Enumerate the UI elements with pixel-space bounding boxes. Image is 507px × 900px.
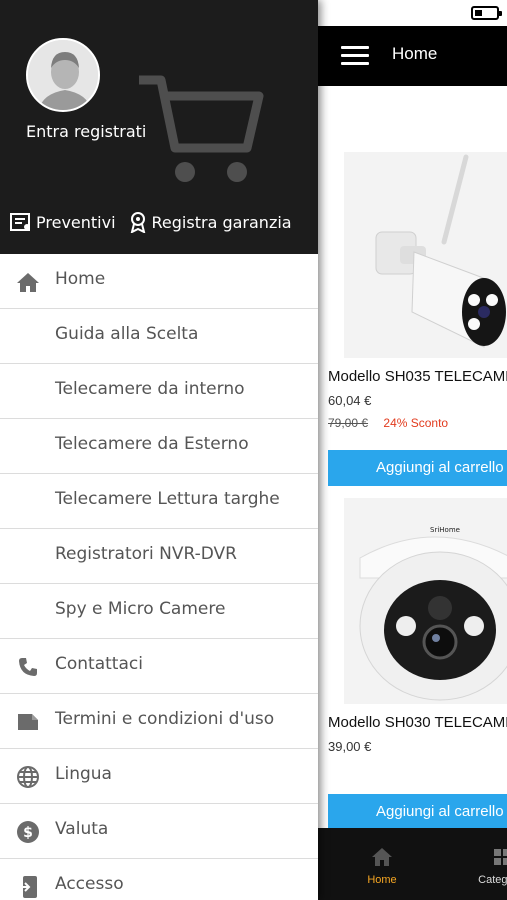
menu-item-label: Valuta xyxy=(55,819,109,839)
quotes-label: Preventivi xyxy=(36,212,116,232)
menu-item-telecamere-interno[interactable]: Telecamere da interno xyxy=(0,364,318,419)
drawer-header: Entra registrati Preventivi Registra gar… xyxy=(0,0,318,254)
phone-icon xyxy=(15,654,41,680)
menu-item-home[interactable]: Home xyxy=(0,254,318,309)
menu-item-label: Home xyxy=(55,269,106,289)
quote-icon xyxy=(10,213,30,231)
app-header: Home xyxy=(318,26,507,86)
product-card[interactable]: SriHome Modello SH030 TELECAMERA 39,00 € xyxy=(328,498,507,754)
register-warranty-link[interactable]: Registra garanzia xyxy=(128,211,292,233)
menu-item-label: Telecamere Lettura targhe xyxy=(55,489,280,509)
bottom-nav-categories[interactable]: Categorie xyxy=(462,846,507,886)
categories-icon xyxy=(494,849,507,865)
menu-item-lettura-targhe[interactable]: Telecamere Lettura targhe xyxy=(0,474,318,529)
menu-item-termini[interactable]: Termini e condizioni d'uso xyxy=(0,694,318,749)
avatar[interactable] xyxy=(26,38,100,112)
shopping-cart-icon xyxy=(139,75,264,182)
navigation-drawer: Entra registrati Preventivi Registra gar… xyxy=(0,0,318,900)
bottom-nav-label: Home xyxy=(367,874,397,886)
price-row: 79,00 € 24% Sconto xyxy=(328,416,507,430)
menu-item-accesso[interactable]: Accesso xyxy=(0,859,318,900)
menu-item-contattaci[interactable]: Contattaci xyxy=(0,639,318,694)
bottom-nav-home[interactable]: Home xyxy=(342,846,422,886)
menu-item-label: Accesso xyxy=(55,874,124,894)
add-to-cart-button[interactable]: Aggiungi al carrello xyxy=(328,794,507,828)
add-to-cart-button[interactable]: Aggiungi al carrello xyxy=(328,450,507,486)
menu-item-spy-micro-camere[interactable]: Spy e Micro Camere xyxy=(0,584,318,639)
bullet-camera-image xyxy=(344,152,507,358)
header-links: Preventivi Registra garanzia xyxy=(10,211,292,233)
bottom-nav-label: Categorie xyxy=(478,874,507,886)
menu-item-label: Termini e condizioni d'uso xyxy=(55,709,275,729)
menu-item-guida-alla-scelta[interactable]: Guida alla Scelta xyxy=(0,309,318,364)
dome-camera-image: SriHome xyxy=(344,498,507,704)
discount-label: 24% Sconto xyxy=(383,416,449,430)
product-price: 39,00 € xyxy=(328,739,372,754)
home-icon xyxy=(372,848,392,866)
menu-item-label: Telecamere da Esterno xyxy=(55,434,249,454)
old-price: 79,00 € xyxy=(328,416,369,430)
menu-item-label: Spy e Micro Camere xyxy=(55,599,226,619)
document-icon xyxy=(15,709,41,735)
svg-text:$: $ xyxy=(23,825,33,841)
product-price: 60,04 € xyxy=(328,393,372,408)
user-avatar-icon xyxy=(28,40,98,110)
battery-icon xyxy=(471,6,502,20)
menu-item-label: Guida alla Scelta xyxy=(55,324,199,344)
menu-item-label: Registratori NVR-DVR xyxy=(55,544,237,564)
quotes-link[interactable]: Preventivi xyxy=(10,212,116,232)
menu-item-valuta[interactable]: $ Valuta xyxy=(0,804,318,859)
register-warranty-label: Registra garanzia xyxy=(151,212,292,232)
menu-item-telecamere-esterno[interactable]: Telecamere da Esterno xyxy=(0,419,318,474)
menu-item-label: Lingua xyxy=(55,764,112,784)
bottom-navigation: Home Categorie xyxy=(312,828,507,900)
globe-icon xyxy=(15,764,41,790)
dollar-icon: $ xyxy=(15,819,41,845)
menu-item-label: Telecamere da interno xyxy=(55,379,245,399)
brand-text: SriHome xyxy=(430,526,460,534)
product-card[interactable]: Modello SH035 TELECAMERA 60,04 € 79,00 €… xyxy=(328,152,507,486)
page-title: Home xyxy=(392,44,438,63)
login-icon xyxy=(15,874,41,900)
product-image[interactable] xyxy=(344,152,507,358)
product-image[interactable]: SriHome xyxy=(344,498,507,704)
home-icon xyxy=(15,269,41,295)
hamburger-menu-icon[interactable] xyxy=(341,46,369,66)
menu-item-label: Contattaci xyxy=(55,654,143,674)
login-register-link[interactable]: Entra registrati xyxy=(26,122,146,141)
product-name[interactable]: Modello SH030 TELECAMERA xyxy=(328,714,507,731)
menu-item-lingua[interactable]: Lingua xyxy=(0,749,318,804)
product-name[interactable]: Modello SH035 TELECAMERA xyxy=(328,368,507,385)
warranty-badge-icon xyxy=(130,212,145,233)
drawer-menu: Home Guida alla Scelta Telecamere da int… xyxy=(0,254,318,900)
product-list[interactable]: Modello SH035 TELECAMERA 60,04 € 79,00 €… xyxy=(318,86,507,828)
menu-item-registratori[interactable]: Registratori NVR-DVR xyxy=(0,529,318,584)
